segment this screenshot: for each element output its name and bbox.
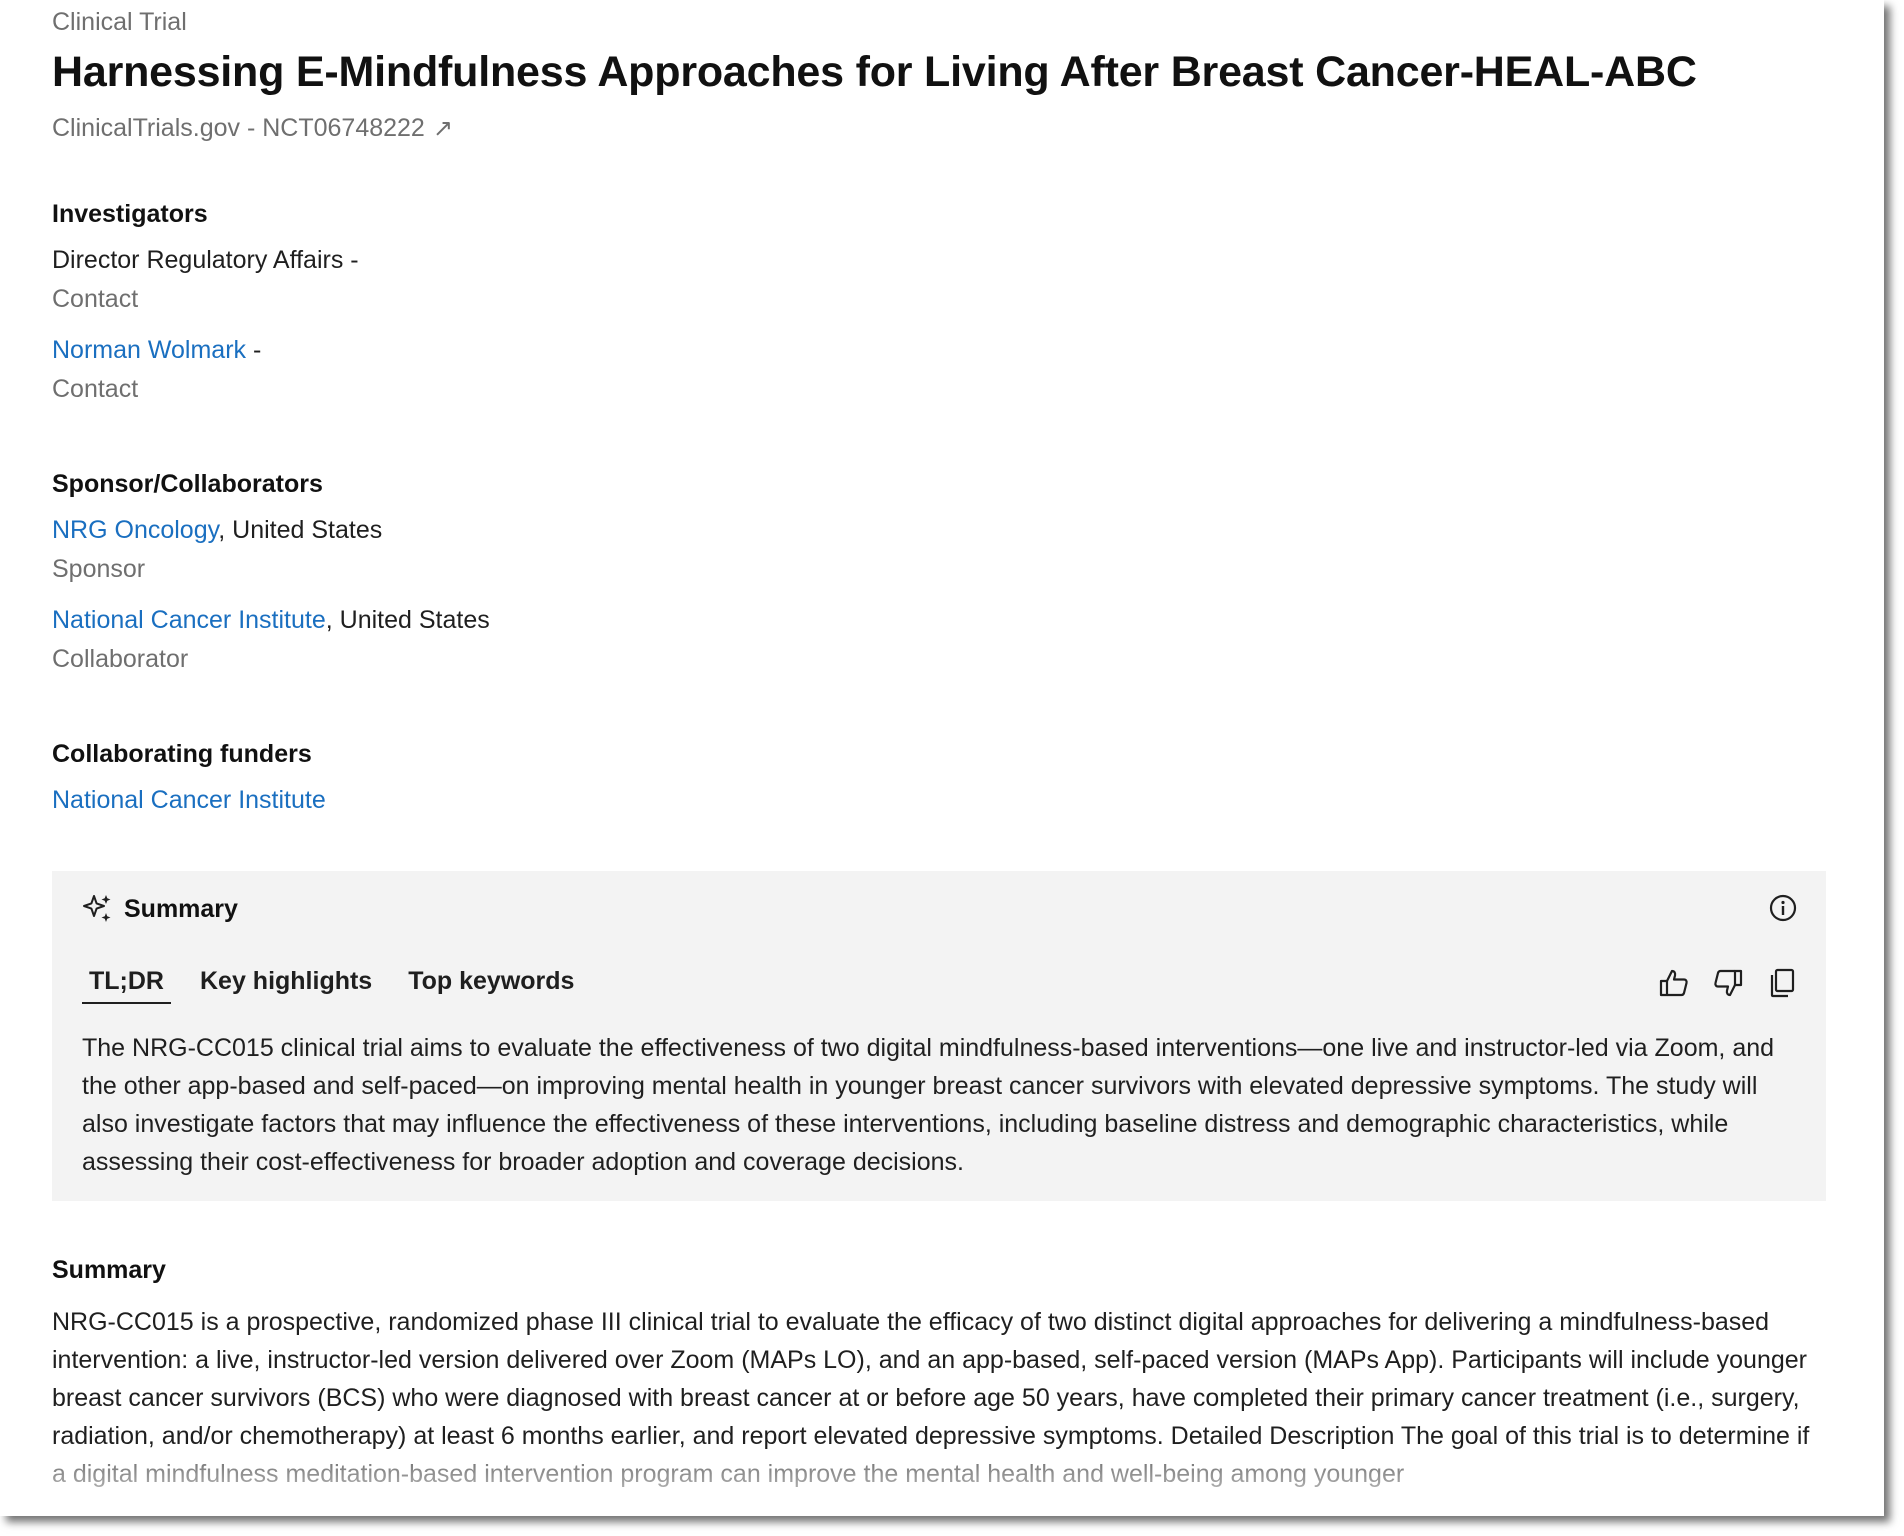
source-link[interactable]: ClinicalTrials.gov - NCT06748222 ↗ [52,114,453,143]
sponsors-heading: Sponsor/Collaborators [52,470,323,498]
ai-summary-text: The NRG-CC015 clinical trial aims to eva… [82,1034,1775,1176]
funder-name-link[interactable]: National Cancer Institute [52,786,326,815]
investigator-item: Director Regulatory Affairs - [52,246,359,275]
source-label: ClinicalTrials.gov - NCT06748222 [52,114,425,142]
content-type-label: Clinical Trial [52,8,187,36]
ai-summary-panel: Summary TL;DR Key highlights Top keyword… [52,871,1826,1201]
text-fade-overlay [52,1456,1826,1516]
summary-heading: Summary [52,1256,166,1284]
copy-icon[interactable] [1766,967,1798,999]
sparkle-icon [83,895,111,922]
tab-key-highlights[interactable]: Key highlights [193,967,379,1004]
thumbs-down-icon[interactable] [1712,967,1744,999]
sponsor-item: NRG Oncology, United States [52,516,382,545]
thumbs-up-icon[interactable] [1658,967,1690,999]
info-icon[interactable] [1768,893,1798,923]
sponsor-item: National Cancer Institute, United States [52,606,490,635]
funders-heading: Collaborating funders [52,740,312,768]
tab-tldr[interactable]: TL;DR [82,967,171,1004]
page-frame: Clinical Trial Harnessing E-Mindfulness … [0,0,1884,1516]
sponsor-role: Sponsor [52,555,146,583]
investigator-separator: - [343,246,359,274]
investigator-item: Norman Wolmark - [52,336,261,365]
investigator-role: Contact [52,375,139,403]
investigator-separator: - [246,336,262,364]
ai-summary-actions [1658,967,1798,999]
sponsor-location: , United States [218,516,383,544]
investigators-heading: Investigators [52,200,208,228]
sponsor-location: , United States [325,606,490,634]
ai-summary-header: Summary [82,893,238,925]
sponsor-name-link[interactable]: NRG Oncology [52,516,218,544]
ai-summary-title: Summary [124,894,238,923]
collaborator-name-link[interactable]: National Cancer Institute [52,606,326,634]
ai-summary-tabs: TL;DR Key highlights Top keywords [82,967,603,1004]
investigator-name-link[interactable]: Norman Wolmark [52,336,246,364]
sponsor-role: Collaborator [52,645,189,673]
tab-top-keywords[interactable]: Top keywords [401,967,581,1004]
page-title: Harnessing E-Mindfulness Approaches for … [52,48,1697,96]
investigator-name: Director Regulatory Affairs [52,246,344,274]
investigator-role: Contact [52,285,139,313]
external-link-icon: ↗ [432,115,453,142]
